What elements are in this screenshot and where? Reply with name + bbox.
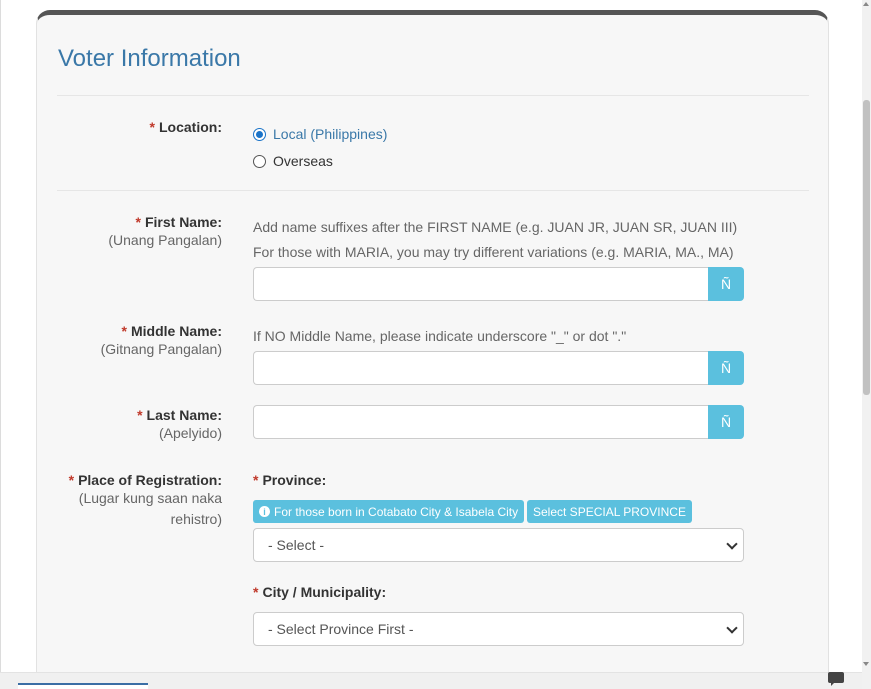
info-circle-icon: i	[259, 506, 270, 517]
chevron-down-icon	[726, 538, 738, 550]
province-select-value[interactable]: - Select -	[268, 537, 324, 553]
scroll-down-icon[interactable]	[863, 662, 869, 666]
place-of-registration-label-text: Place of Registration:	[78, 472, 222, 488]
middle-name-label-text: Middle Name:	[130, 323, 222, 339]
middle-name-label: * Middle Name:	[101, 323, 222, 339]
province-label-text: Province:	[262, 472, 327, 488]
middle-name-input-group: Ñ	[253, 351, 744, 385]
scroll-up-icon[interactable]	[863, 2, 869, 6]
city-label: * City / Municipality:	[253, 584, 386, 600]
special-province-text[interactable]: Select SPECIAL PROVINCE	[533, 505, 686, 519]
required-marker: *	[253, 472, 259, 488]
last-name-input-group: Ñ	[253, 405, 744, 439]
page-edge	[0, 0, 1, 689]
place-of-registration-sublabel-1: (Lugar kung saan naka	[78, 490, 222, 506]
vertical-scrollbar[interactable]	[862, 0, 871, 689]
middle-name-hint: If NO Middle Name, please indicate under…	[253, 328, 627, 344]
required-marker: *	[135, 214, 141, 230]
last-name-label-group: * Last Name: (Apelyido)	[137, 407, 222, 444]
first-name-sublabel: (Unang Pangalan)	[108, 232, 222, 248]
first-name-hint-maria: For those with MARIA, you may try differ…	[253, 244, 734, 260]
city-select-value[interactable]: - Select Province First -	[268, 621, 413, 637]
bottom-tab[interactable]	[18, 683, 148, 689]
voter-information-panel: Voter Information * Location: Local (Phil…	[36, 10, 829, 689]
first-name-label-text: First Name:	[144, 214, 222, 230]
required-marker: *	[149, 119, 155, 135]
cotabato-isabela-info-badge[interactable]: i For those born in Cotabato City & Isab…	[253, 500, 525, 523]
radio-local-label[interactable]: Local (Philippines)	[273, 126, 387, 142]
required-marker: *	[68, 472, 75, 488]
province-label: * Province:	[253, 472, 326, 488]
last-name-sublabel: (Apelyido)	[158, 425, 222, 441]
required-marker: *	[121, 323, 127, 339]
panel-title: Voter Information	[58, 45, 241, 72]
first-name-label: * First Name:	[108, 214, 222, 230]
last-name-label-text: Last Name:	[146, 407, 222, 423]
scroll-thumb[interactable]	[863, 100, 870, 395]
city-select[interactable]: - Select Province First -	[253, 612, 744, 646]
first-name-label-group: * First Name: (Unang Pangalan)	[108, 214, 222, 251]
place-of-registration-label: * Place of Registration:	[69, 472, 222, 488]
middle-name-sublabel: (Gitnang Pangalan)	[100, 341, 222, 357]
last-name-enye-button[interactable]: Ñ	[708, 405, 744, 439]
first-name-enye-button[interactable]: Ñ	[708, 267, 744, 301]
middle-name-input[interactable]	[253, 351, 708, 385]
required-marker: *	[253, 584, 259, 600]
chevron-down-icon	[726, 622, 738, 634]
radio-local[interactable]: Local (Philippines)	[253, 126, 387, 142]
first-name-hint-suffix: Add name suffixes after the FIRST NAME (…	[253, 219, 738, 235]
radio-overseas-button[interactable]	[253, 154, 266, 168]
info-badge-text[interactable]: For those born in Cotabato City & Isabel…	[274, 505, 518, 519]
place-of-registration-label-group: * Place of Registration: (Lugar kung saan…	[69, 472, 222, 530]
middle-name-label-group: * Middle Name: (Gitnang Pangalan)	[101, 323, 222, 360]
divider	[57, 190, 809, 191]
last-name-input[interactable]	[253, 405, 708, 439]
first-name-input[interactable]	[253, 267, 708, 301]
province-select[interactable]: - Select -	[253, 528, 744, 562]
location-label: * Location:	[150, 119, 222, 135]
chat-icon[interactable]	[828, 672, 846, 687]
special-province-badge[interactable]: Select SPECIAL PROVINCE	[527, 500, 692, 523]
radio-overseas-label[interactable]: Overseas	[273, 153, 333, 169]
radio-local-button[interactable]	[253, 127, 266, 141]
last-name-label: * Last Name:	[137, 407, 222, 423]
radio-overseas[interactable]: Overseas	[253, 153, 333, 169]
location-label-group: * Location:	[150, 119, 222, 135]
divider	[57, 95, 809, 96]
location-label-text: Location:	[159, 119, 222, 135]
middle-name-enye-button[interactable]: Ñ	[708, 351, 744, 385]
place-of-registration-sublabel-2: rehistro)	[170, 511, 222, 527]
city-label-text: City / Municipality:	[262, 584, 387, 600]
required-marker: *	[137, 407, 143, 423]
first-name-input-group: Ñ	[253, 267, 744, 301]
